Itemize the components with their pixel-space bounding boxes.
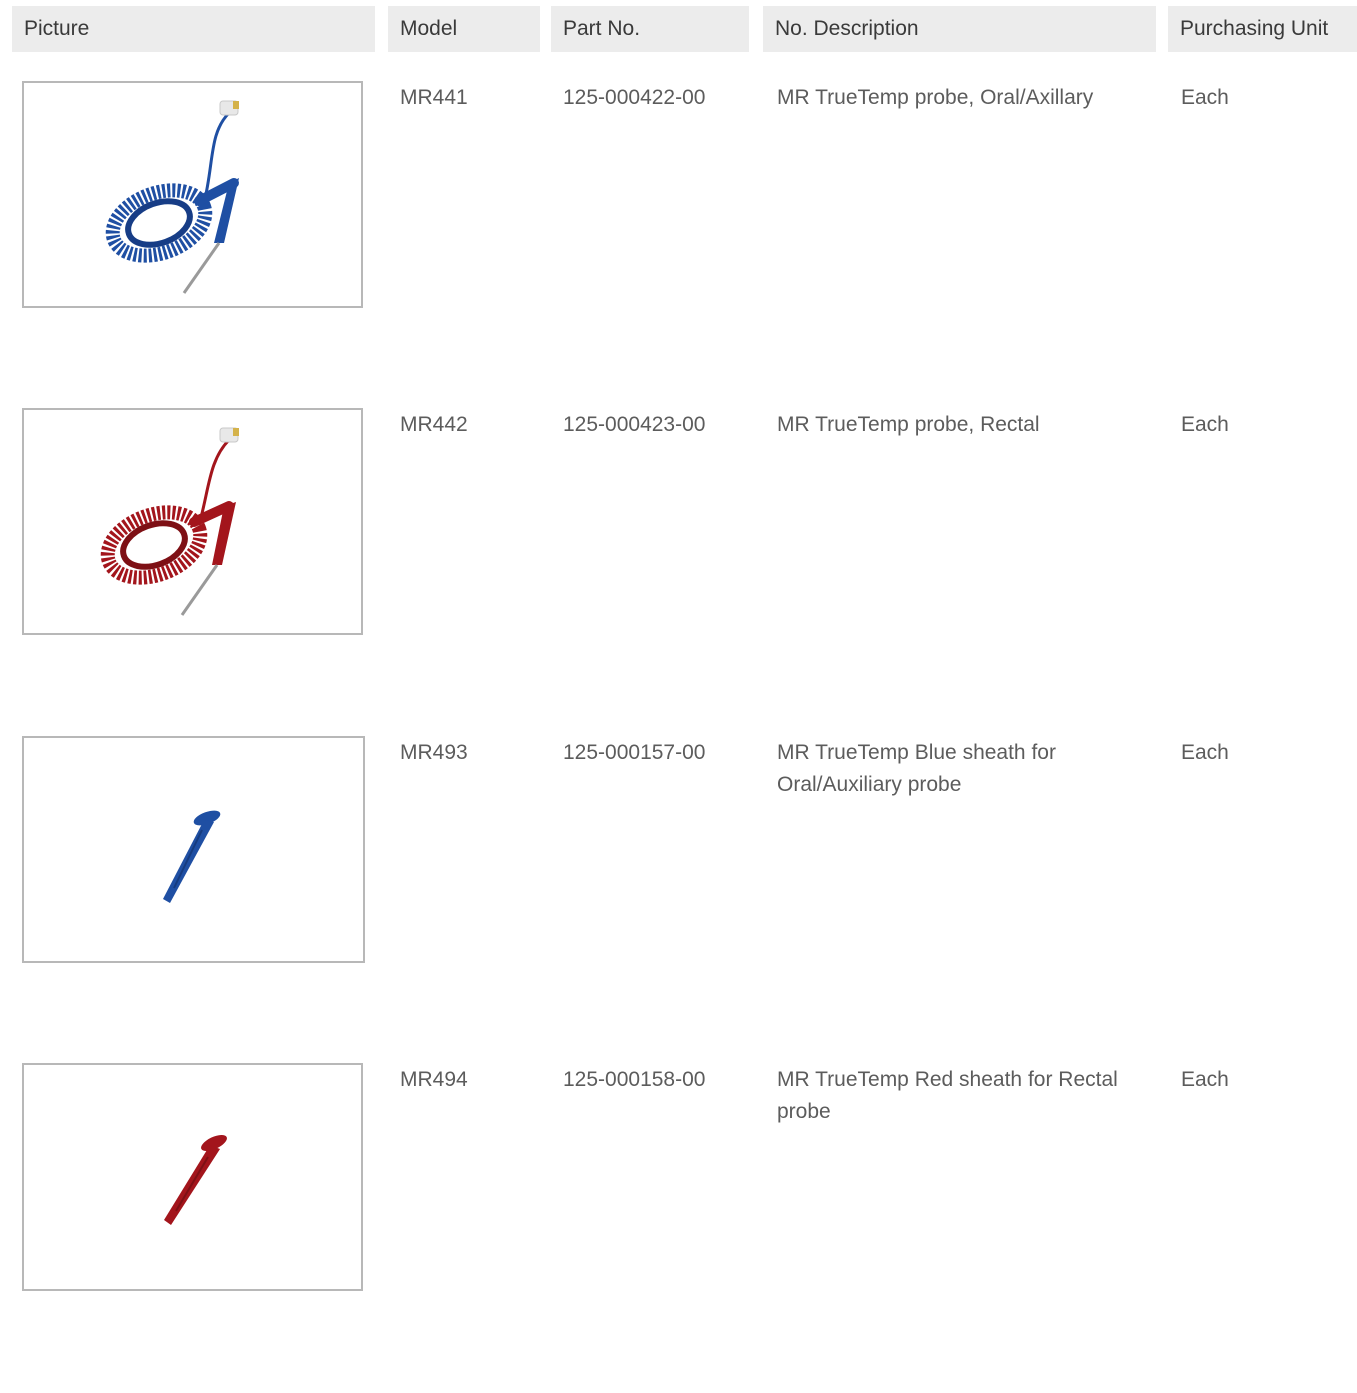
table-row: MR441 125-000422-00 MR TrueTemp probe, O… (0, 81, 1357, 411)
blue-probe-image (22, 81, 363, 308)
cell-purchasing-unit: Each (1181, 741, 1229, 764)
table-row: MR442 125-000423-00 MR TrueTemp probe, R… (0, 408, 1357, 738)
red-probe-image (22, 408, 363, 635)
header-picture: Picture (12, 6, 375, 52)
cell-model: MR442 (400, 413, 468, 436)
header-description: No. Description (763, 6, 1156, 52)
header-purchasing-unit: Purchasing Unit (1168, 6, 1357, 52)
cell-part-no: 125-000158-00 (563, 1068, 706, 1091)
cell-description: MR TrueTemp probe, Oral/Axillary (777, 86, 1094, 109)
red-sheath-image (22, 1063, 363, 1291)
cell-model: MR441 (400, 86, 468, 109)
cell-purchasing-unit: Each (1181, 1068, 1229, 1091)
blue-sheath-image (22, 736, 365, 963)
cell-model: MR494 (400, 1068, 468, 1091)
cell-purchasing-unit: Each (1181, 413, 1229, 436)
cell-description: MR TrueTemp probe, Rectal (777, 413, 1040, 436)
cell-part-no: 125-000422-00 (563, 86, 706, 109)
table-row: MR493 125-000157-00 MR TrueTemp Blue she… (0, 736, 1357, 1066)
cell-part-no: 125-000423-00 (563, 413, 706, 436)
header-part-no: Part No. (551, 6, 749, 52)
cell-purchasing-unit: Each (1181, 86, 1229, 109)
cell-description: MR TrueTemp Red sheath for Rectal probe (777, 1068, 1118, 1123)
table-row: MR494 125-000158-00 MR TrueTemp Red shea… (0, 1063, 1357, 1393)
cell-part-no: 125-000157-00 (563, 741, 706, 764)
header-model: Model (388, 6, 540, 52)
cell-description: MR TrueTemp Blue sheath for Oral/Auxilia… (777, 741, 1056, 796)
cell-model: MR493 (400, 741, 468, 764)
